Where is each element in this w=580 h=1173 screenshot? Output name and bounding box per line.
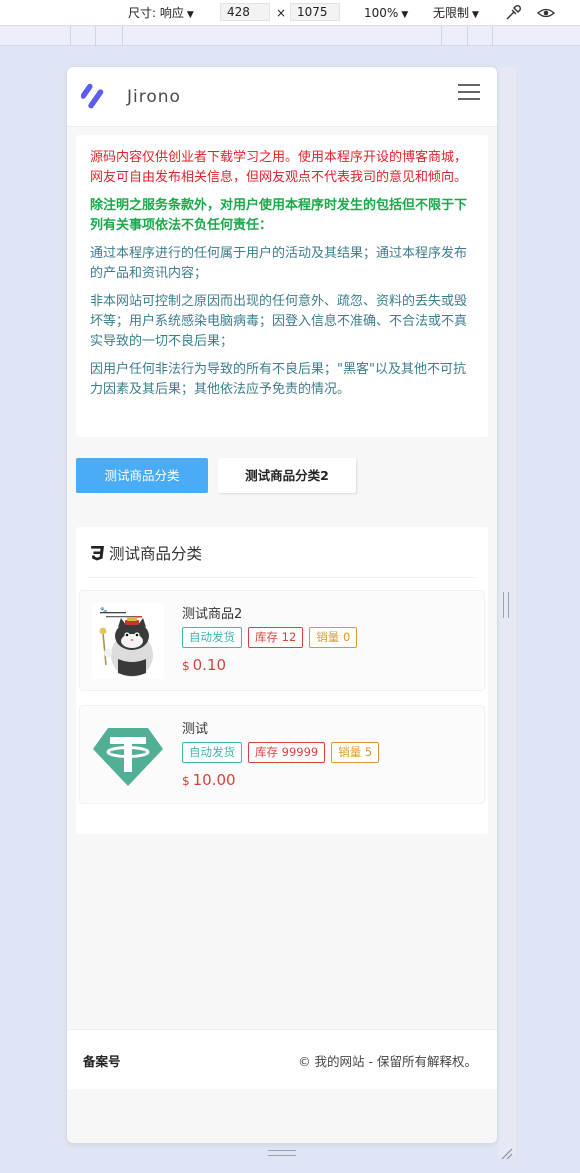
product-name[interactable]: 测试商品2 (182, 603, 242, 622)
stock-badge: 库存 12 (248, 627, 304, 648)
panel-title: 测试商品分类 (90, 542, 202, 564)
cat-product-image: 🐾 (92, 603, 164, 679)
caret-down-icon: ▼ (186, 10, 194, 20)
notice-heading: 除注明之服务条款外，对用户使用本程序时发生的包括但不限于下列有关事项依法不负任何… (90, 198, 468, 233)
site-header: Jirono (67, 67, 497, 127)
copyright-text: © 我的网站 - 保留所有解释权。 (298, 1054, 477, 1069)
devtools-toolbar: 尺寸: 响应 ▼ 428 × 1075 100% ▼ 无限制 ▼ (0, 0, 580, 26)
hamburger-menu-icon[interactable] (455, 81, 483, 105)
zoom-label: 100% (364, 6, 399, 20)
product-name[interactable]: 测试 (182, 718, 208, 737)
notice-intro: 源码内容仅供创业者下载学习之用。使用本程序开设的博客商城，网友可自由发布相关信息… (90, 150, 468, 185)
resize-corner-icon[interactable] (499, 1146, 513, 1160)
zoom-dropdown[interactable]: 100% ▼ (364, 5, 408, 23)
media-query-bar (0, 26, 580, 46)
css3-icon (91, 546, 104, 561)
logo-icon[interactable] (81, 83, 113, 111)
product-tags: 自动发货 库存 12 销量 0 (182, 627, 358, 648)
disclaimer-notice: 源码内容仅供创业者下载学习之用。使用本程序开设的博客商城，网友可自由发布相关信息… (76, 135, 488, 437)
product-card[interactable]: 🐾 测试商品2 自动发货 库存 12 销量 0 $ 0.10 (80, 591, 484, 690)
auto-delivery-badge: 自动发货 (182, 742, 242, 763)
product-price: $0.10 (182, 656, 226, 674)
product-panel: 测试商品分类 🐾 测试商品2 自动发货 库存 12 销量 0 $ 0.10 测试… (76, 527, 488, 834)
price-value: 10.00 (192, 771, 236, 789)
currency-symbol: $ (182, 774, 190, 788)
category-tab-test-2[interactable]: 测试商品分类2 (218, 458, 356, 493)
caret-down-icon: ▼ (401, 10, 409, 20)
logo-text[interactable]: Jirono (127, 87, 181, 107)
tether-logo-image (92, 718, 164, 794)
resize-handle-bottom[interactable] (268, 1150, 296, 1156)
eye-icon[interactable] (536, 3, 556, 23)
panel-title-text: 测试商品分类 (109, 545, 203, 563)
divider (88, 577, 476, 578)
product-tags: 自动发货 库存 99999 销量 5 (182, 742, 380, 763)
height-input[interactable]: 1075 (290, 3, 340, 21)
notice-item-3: 因用户任何非法行为导致的所有不良后果；"黑客"以及其他不可抗力因素及其后果；其他… (90, 362, 466, 397)
dimensions-label: 尺寸: 响应 (128, 6, 184, 20)
currency-symbol: $ (182, 659, 190, 673)
notice-item-2: 非本网站可控制之原因而出现的任何意外、疏忽、资料的丢失或毁坏等；用户系统感染电脑… (90, 294, 468, 349)
throttle-dropdown[interactable]: 无限制 ▼ (433, 5, 479, 23)
notice-item-1: 通过本程序进行的任何属于用户的活动及其结果；通过本程序发布的产品和资讯内容； (90, 246, 468, 281)
sales-badge: 销量 5 (331, 742, 380, 763)
sales-badge: 销量 0 (309, 627, 358, 648)
product-price: $10.00 (182, 771, 236, 789)
icp-record-link[interactable]: 备案号 (83, 1051, 121, 1070)
device-viewport: Jirono 源码内容仅供创业者下载学习之用。使用本程序开设的博客商城，网友可自… (67, 67, 497, 1143)
category-tab-test[interactable]: 测试商品分类 (76, 458, 208, 493)
site-footer: 备案号 © 我的网站 - 保留所有解释权。 (67, 1029, 497, 1089)
price-value: 0.10 (192, 656, 227, 674)
times-sign: × (276, 6, 287, 20)
dimensions-dropdown[interactable]: 尺寸: 响应 ▼ (128, 5, 194, 23)
caret-down-icon: ▼ (472, 10, 479, 20)
resize-handle-right[interactable] (503, 592, 509, 618)
product-card[interactable]: 测试 自动发货 库存 99999 销量 5 $10.00 (80, 706, 484, 803)
stock-badge: 库存 99999 (248, 742, 326, 763)
throttle-label: 无限制 (433, 6, 470, 20)
auto-delivery-badge: 自动发货 (182, 627, 242, 648)
eyedropper-icon[interactable] (503, 3, 523, 23)
width-input[interactable]: 428 (220, 3, 270, 21)
